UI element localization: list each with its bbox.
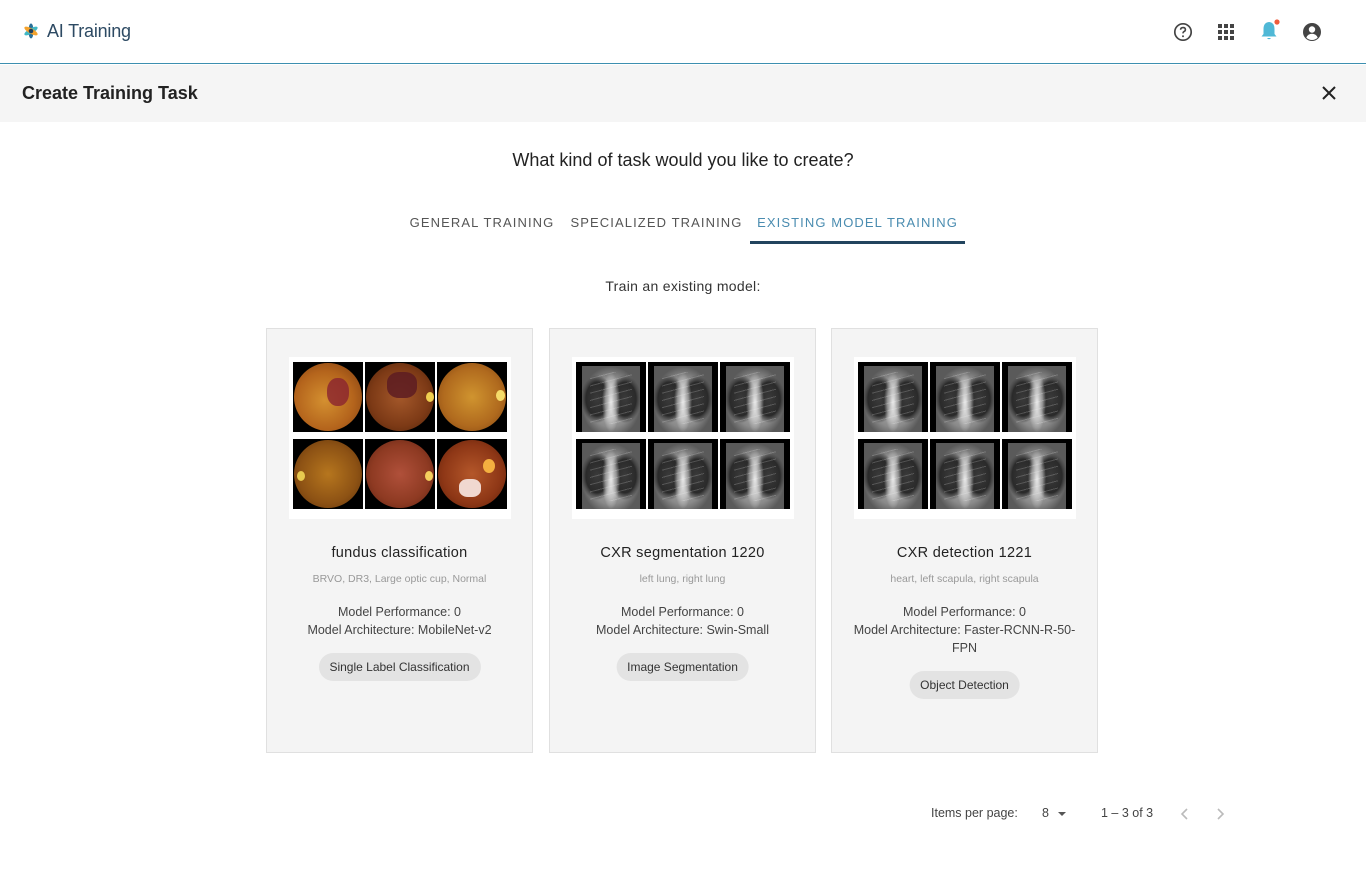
model-title: CXR detection 1221 <box>896 545 1033 561</box>
notification-bell-icon[interactable] <box>1259 18 1281 42</box>
model-performance: Model Performance: 0 <box>903 605 1026 619</box>
chest-xray-image <box>858 439 928 509</box>
model-meta: Model Performance: 0 Model Architecture:… <box>852 603 1077 657</box>
top-app-bar: AI Training <box>0 0 1366 64</box>
chest-xray-image <box>930 439 1000 509</box>
chest-xray-image <box>648 362 718 432</box>
fundus-image <box>293 439 363 509</box>
dropdown-arrow-icon <box>1058 811 1067 816</box>
model-architecture: Model Architecture: Faster-RCNN-R-50-FPN <box>853 623 1076 655</box>
fundus-image <box>437 362 507 432</box>
model-title: CXR segmentation 1220 <box>600 545 765 561</box>
task-type-chip[interactable]: Image Segmentation <box>616 653 749 681</box>
chest-xray-image <box>720 439 790 509</box>
model-performance: Model Performance: 0 <box>621 605 744 619</box>
chest-xray-image <box>576 439 646 509</box>
task-question: What kind of task would you like to crea… <box>512 150 854 170</box>
model-thumbnail <box>572 357 794 519</box>
app-logo-icon <box>24 23 38 39</box>
app-title: AI Training <box>47 20 131 41</box>
close-icon[interactable] <box>1320 84 1338 102</box>
model-architecture: Model Architecture: MobileNet-v2 <box>307 623 492 637</box>
fundus-image <box>437 439 507 509</box>
tab-specialized-training[interactable]: SPECIALIZED TRAINING <box>566 205 747 244</box>
items-per-page-select[interactable]: 8 <box>1042 806 1067 820</box>
chest-xray-image <box>930 362 1000 432</box>
model-labels: heart, left scapula, right scapula <box>890 573 1039 585</box>
fundus-image <box>365 362 435 432</box>
chest-xray-image <box>1002 439 1072 509</box>
model-title: fundus classification <box>331 545 468 561</box>
help-circle-icon[interactable] <box>1173 22 1193 42</box>
next-page-icon[interactable] <box>1212 805 1228 823</box>
tab-existing-model-training[interactable]: EXISTING MODEL TRAINING <box>750 205 965 244</box>
page-title: Create Training Task <box>22 83 198 103</box>
task-type-chip[interactable]: Object Detection <box>909 671 1020 699</box>
model-card-cxr-detection[interactable]: CXR detection 1221 heart, left scapula, … <box>831 328 1098 753</box>
model-meta: Model Performance: 0 Model Architecture:… <box>287 603 512 639</box>
chest-xray-image <box>858 362 928 432</box>
model-card-fundus-classification[interactable]: fundus classification BRVO, DR3, Large o… <box>266 328 533 753</box>
model-meta: Model Performance: 0 Model Architecture:… <box>570 603 795 639</box>
items-per-page-label: Items per page: <box>931 806 1018 820</box>
fundus-image <box>365 439 435 509</box>
model-labels: left lung, right lung <box>639 573 726 585</box>
model-card-cxr-segmentation[interactable]: CXR segmentation 1220 left lung, right l… <box>549 328 816 753</box>
tab-general-training[interactable]: GENERAL TRAINING <box>402 205 562 244</box>
instruction-text: Train an existing model: <box>605 278 761 294</box>
task-type-tabs: GENERAL TRAINING SPECIALIZED TRAINING EX… <box>0 205 1366 245</box>
notification-dot <box>1274 19 1280 25</box>
brand[interactable]: AI Training <box>21 20 131 42</box>
model-performance: Model Performance: 0 <box>338 605 461 619</box>
model-architecture: Model Architecture: Swin-Small <box>596 623 769 637</box>
items-per-page-value: 8 <box>1042 806 1049 820</box>
previous-page-icon[interactable] <box>1177 805 1193 823</box>
model-thumbnail <box>289 357 511 519</box>
chest-xray-image <box>576 362 646 432</box>
page-range: 1 – 3 of 3 <box>1101 806 1154 820</box>
fundus-image <box>293 362 363 432</box>
model-labels: BRVO, DR3, Large optic cup, Normal <box>312 573 487 585</box>
chest-xray-image <box>720 362 790 432</box>
chest-xray-image <box>1002 362 1072 432</box>
page-header: Create Training Task <box>0 65 1366 122</box>
task-type-chip[interactable]: Single Label Classification <box>318 653 481 681</box>
chest-xray-image <box>648 439 718 509</box>
account-circle-icon[interactable] <box>1302 22 1322 42</box>
apps-grid-icon[interactable] <box>1216 22 1236 42</box>
model-thumbnail <box>854 357 1076 519</box>
